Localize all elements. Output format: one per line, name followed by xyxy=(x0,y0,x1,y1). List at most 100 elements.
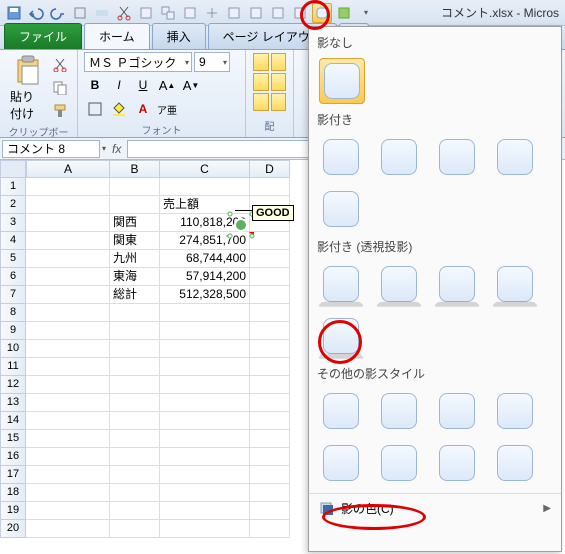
cell[interactable] xyxy=(110,304,160,322)
cell[interactable] xyxy=(160,466,250,484)
cell[interactable] xyxy=(160,358,250,376)
row-header[interactable]: 16 xyxy=(0,448,26,466)
cell[interactable] xyxy=(26,232,110,250)
shadow-other-swatch[interactable] xyxy=(377,389,421,433)
cell[interactable] xyxy=(110,520,160,538)
align-left-icon[interactable] xyxy=(253,73,269,91)
qat-redo-icon[interactable] xyxy=(48,3,68,23)
cell[interactable] xyxy=(110,358,160,376)
cell[interactable] xyxy=(26,286,110,304)
qat-icon[interactable] xyxy=(158,3,178,23)
name-box[interactable]: コメント 8 xyxy=(2,140,100,158)
cell[interactable] xyxy=(26,268,110,286)
cell[interactable] xyxy=(160,394,250,412)
cell[interactable]: 関西 xyxy=(110,214,160,232)
cell[interactable] xyxy=(160,430,250,448)
italic-button[interactable]: I xyxy=(108,74,130,96)
copy-icon[interactable] xyxy=(49,77,71,99)
row-header[interactable]: 20 xyxy=(0,520,26,538)
shadow-swatch[interactable] xyxy=(493,135,537,179)
qat-icon[interactable] xyxy=(224,3,244,23)
tab-insert[interactable]: 挿入 xyxy=(152,23,206,49)
cell[interactable] xyxy=(250,412,290,430)
qat-icon[interactable] xyxy=(202,3,222,23)
shadow-perspective-swatch[interactable] xyxy=(377,262,421,306)
shadow-swatch[interactable] xyxy=(319,135,363,179)
font-name-combo[interactable]: ＭＳ Ｐゴシック xyxy=(84,52,192,72)
cell[interactable] xyxy=(110,178,160,196)
align-center-icon[interactable] xyxy=(271,73,287,91)
cell[interactable] xyxy=(160,484,250,502)
row-header[interactable]: 6 xyxy=(0,268,26,286)
row-header[interactable]: 15 xyxy=(0,430,26,448)
cut-icon[interactable] xyxy=(49,54,71,76)
cell[interactable] xyxy=(250,448,290,466)
shrink-font-icon[interactable]: A▼ xyxy=(180,74,202,96)
cell[interactable] xyxy=(250,466,290,484)
qat-save-icon[interactable] xyxy=(4,3,24,23)
cell[interactable] xyxy=(250,358,290,376)
qat-icon[interactable] xyxy=(290,3,310,23)
comment-box[interactable]: GOOD xyxy=(252,205,294,221)
cell[interactable] xyxy=(26,394,110,412)
cell[interactable] xyxy=(26,358,110,376)
row-header[interactable]: 9 xyxy=(0,322,26,340)
cell[interactable] xyxy=(110,196,160,214)
shadow-perspective-swatch[interactable] xyxy=(435,262,479,306)
cell[interactable] xyxy=(110,412,160,430)
cell[interactable] xyxy=(160,322,250,340)
qat-icon[interactable] xyxy=(180,3,200,23)
column-header[interactable]: D xyxy=(250,160,290,178)
column-header[interactable]: A xyxy=(26,160,110,178)
cell[interactable] xyxy=(250,394,290,412)
shadow-perspective-swatch[interactable] xyxy=(319,262,363,306)
row-header[interactable]: 2 xyxy=(0,196,26,214)
cell[interactable]: 512,328,500 xyxy=(160,286,250,304)
cell[interactable] xyxy=(250,322,290,340)
fill-color-icon[interactable] xyxy=(108,98,130,120)
cell[interactable]: 関東 xyxy=(110,232,160,250)
column-header[interactable]: B xyxy=(110,160,160,178)
column-header[interactable]: C xyxy=(160,160,250,178)
qat-customize-icon[interactable]: ▾ xyxy=(356,3,376,23)
shadow-swatch[interactable] xyxy=(377,135,421,179)
format-painter-icon[interactable] xyxy=(49,100,71,122)
cell[interactable]: 東海 xyxy=(110,268,160,286)
qat-icon[interactable] xyxy=(136,3,156,23)
fx-icon[interactable]: fx xyxy=(112,142,121,156)
cell[interactable] xyxy=(160,304,250,322)
cell[interactable] xyxy=(26,304,110,322)
cell[interactable] xyxy=(26,520,110,538)
cell[interactable] xyxy=(26,340,110,358)
cell[interactable] xyxy=(26,250,110,268)
cell[interactable] xyxy=(250,502,290,520)
cell[interactable] xyxy=(110,340,160,358)
shadow-perspective-swatch[interactable] xyxy=(319,314,363,358)
cell[interactable] xyxy=(160,376,250,394)
cell[interactable] xyxy=(160,340,250,358)
row-header[interactable]: 14 xyxy=(0,412,26,430)
tab-file[interactable]: ファイル xyxy=(4,23,82,49)
cell[interactable] xyxy=(160,502,250,520)
cell[interactable] xyxy=(110,394,160,412)
grow-font-icon[interactable]: A▲ xyxy=(156,74,178,96)
shadow-other-swatch[interactable] xyxy=(377,441,421,485)
row-header[interactable]: 19 xyxy=(0,502,26,520)
qat-shape-effects-icon[interactable] xyxy=(312,3,332,23)
row-header[interactable]: 5 xyxy=(0,250,26,268)
row-header[interactable]: 13 xyxy=(0,394,26,412)
row-header[interactable]: 10 xyxy=(0,340,26,358)
shadow-swatch[interactable] xyxy=(319,187,363,231)
cell[interactable] xyxy=(110,502,160,520)
cell[interactable] xyxy=(250,250,290,268)
cell[interactable] xyxy=(26,484,110,502)
row-header[interactable]: 7 xyxy=(0,286,26,304)
row-header[interactable]: 8 xyxy=(0,304,26,322)
align-top-icon[interactable] xyxy=(253,53,269,71)
cell[interactable]: 68,744,400 xyxy=(160,250,250,268)
cell[interactable] xyxy=(160,520,250,538)
cell[interactable] xyxy=(26,502,110,520)
indent-decrease-icon[interactable] xyxy=(253,93,269,111)
cell[interactable] xyxy=(250,520,290,538)
cell[interactable] xyxy=(160,178,250,196)
